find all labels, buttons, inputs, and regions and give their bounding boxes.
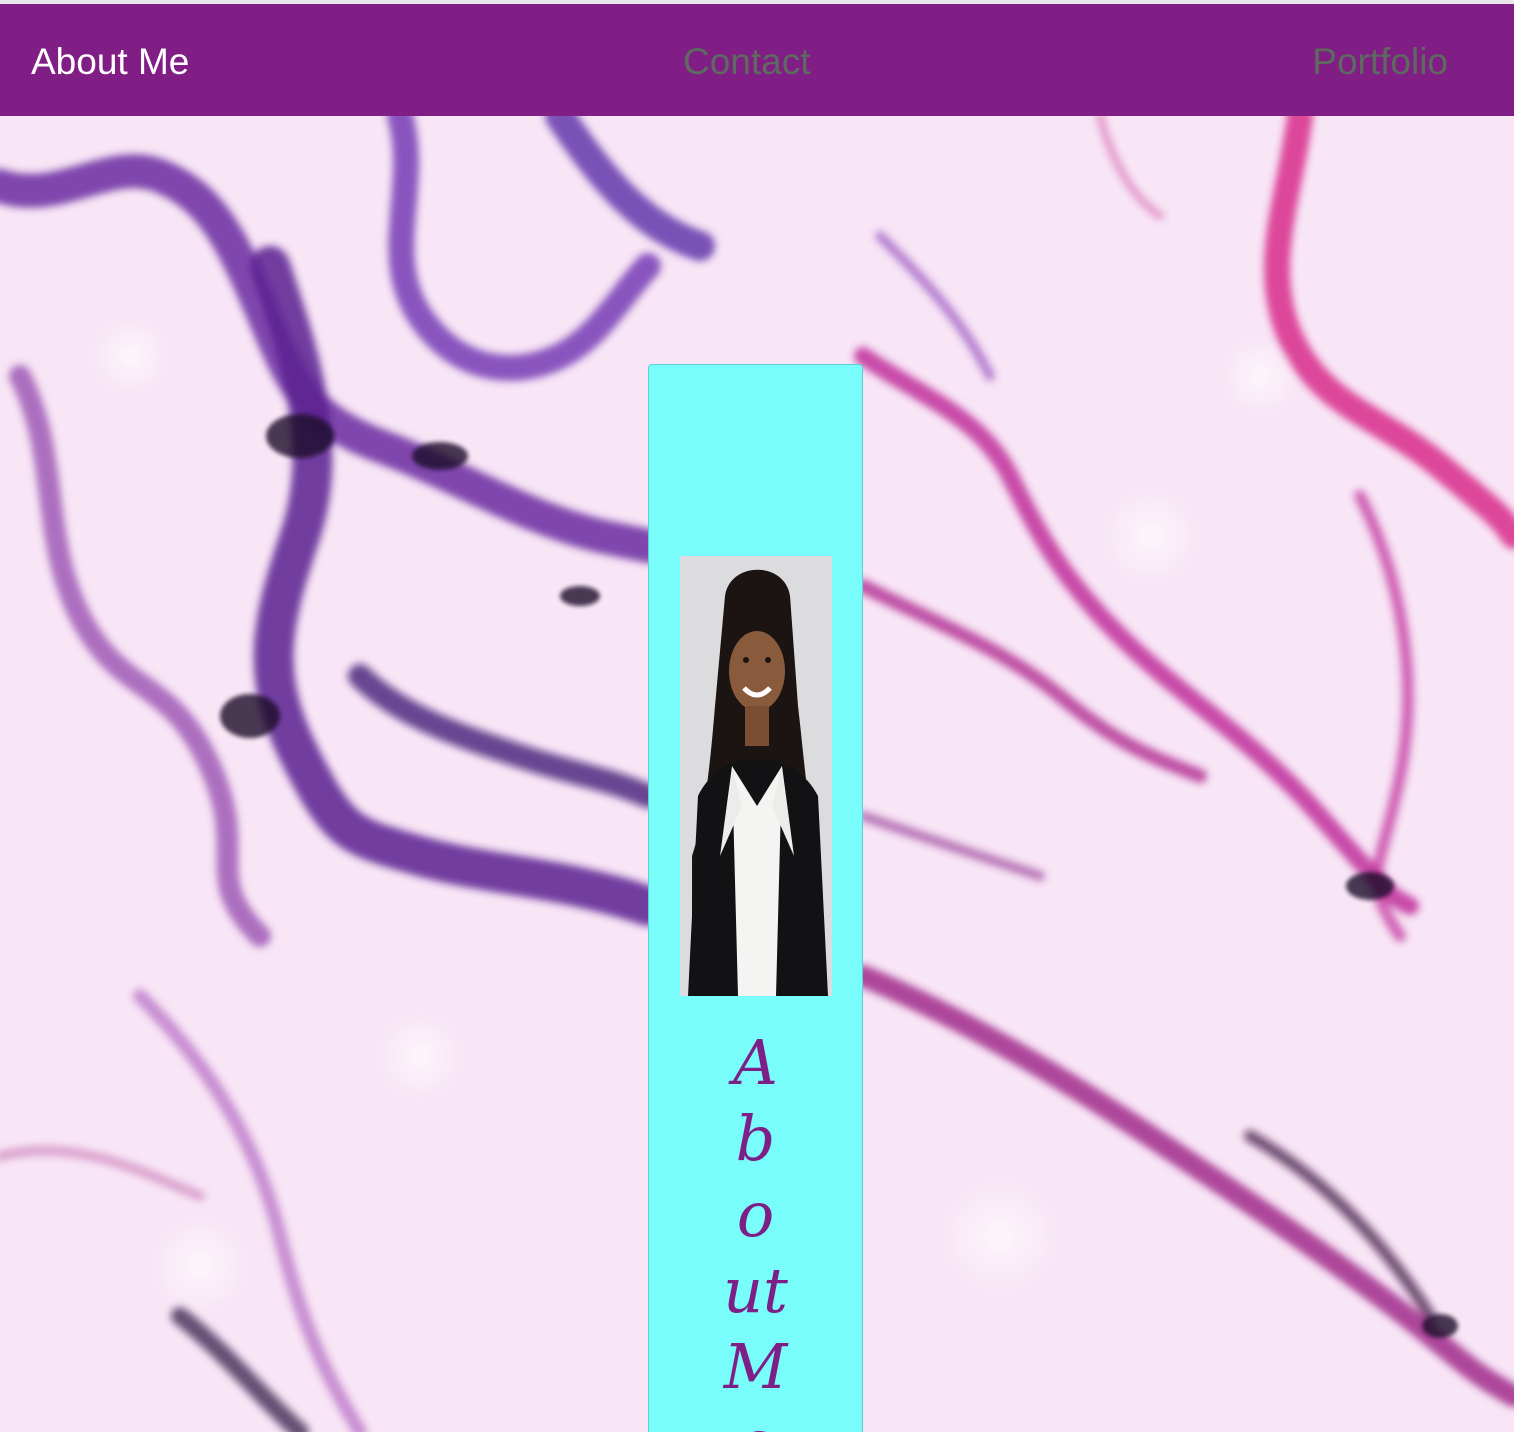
navbar: About Me Contact Portfolio [0, 4, 1514, 116]
nav-brand-about-me[interactable]: About Me [31, 40, 189, 84]
page: About Me Contact Portfolio About M [0, 0, 1514, 1432]
portrait-illustration [680, 556, 832, 996]
profile-photo [680, 556, 832, 996]
nav-link-portfolio[interactable]: Portfolio [1312, 40, 1448, 84]
about-me-card: About Me [648, 364, 863, 1432]
nav-link-contact[interactable]: Contact [683, 40, 811, 84]
about-me-heading: About Me [723, 1026, 788, 1432]
